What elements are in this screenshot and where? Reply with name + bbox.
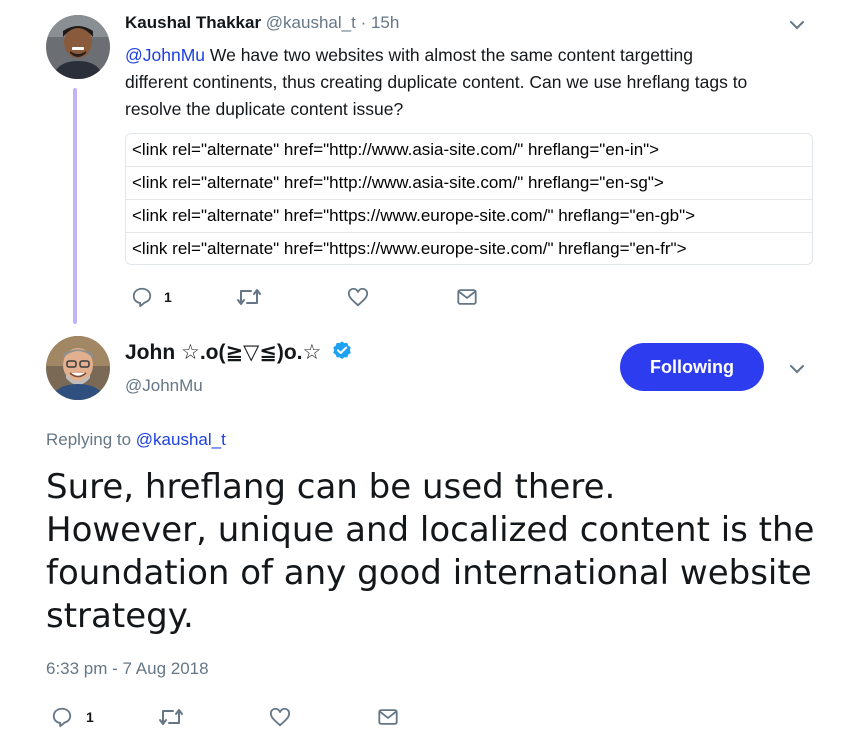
retweet-button[interactable] (158, 706, 184, 728)
main-tweet-menu[interactable] (789, 361, 805, 382)
mention-link[interactable]: @JohnMu (125, 45, 205, 65)
author-handle[interactable]: @JohnMu (125, 376, 203, 396)
reply-button[interactable]: 1 (51, 706, 94, 728)
following-button[interactable]: Following (620, 343, 764, 391)
envelope-icon (456, 286, 478, 308)
author-name: John ☆.o(≧▽≦)o.☆ (125, 341, 322, 364)
direct-message-button[interactable] (456, 286, 478, 308)
tweet-text-line: We have two websites with almost the sam… (205, 45, 694, 65)
author-handle[interactable]: @kaushal_t (266, 13, 356, 32)
tweet-time[interactable]: 15h (371, 13, 399, 32)
replying-to-link[interactable]: @kaushal_t (136, 430, 226, 449)
avatar-johnmu[interactable] (46, 336, 110, 400)
retweet-icon (158, 706, 184, 728)
parent-tweet-menu[interactable] (789, 17, 805, 38)
main-tweet-author[interactable]: John ☆.o(≧▽≦)o.☆ (125, 340, 353, 368)
tweet-timestamp[interactable]: 6:33 pm - 7 Aug 2018 (46, 659, 209, 679)
tweet-text-line: strategy. (46, 596, 194, 636)
like-button[interactable] (269, 706, 291, 728)
retweet-button[interactable] (236, 286, 262, 308)
separator-dot: · (360, 13, 367, 32)
thread-line (73, 88, 77, 324)
verified-badge-icon (331, 340, 353, 368)
main-tweet-text: Sure, hreflang can be used there. Howeve… (46, 466, 826, 638)
parent-tweet-text: @JohnMu We have two websites with almost… (125, 42, 825, 123)
tweet-text-line: However, unique and localized content is… (46, 510, 815, 550)
tweet-text-line: foundation of any good international web… (46, 553, 812, 593)
parent-tweet-header: Kaushal Thakkar @kaushal_t · 15h (125, 13, 399, 33)
replying-to: Replying to @kaushal_t (46, 430, 226, 450)
tweet-text-line: resolve the duplicate content issue? (125, 99, 404, 119)
heart-icon (347, 286, 369, 308)
avatar-kaushal[interactable] (46, 15, 110, 79)
reply-count: 1 (86, 709, 94, 725)
like-button[interactable] (347, 286, 369, 308)
replying-to-label: Replying to (46, 430, 136, 449)
reply-button[interactable]: 1 (131, 286, 172, 308)
reply-icon (131, 286, 153, 308)
author-name[interactable]: Kaushal Thakkar (125, 13, 261, 32)
retweet-icon (236, 286, 262, 308)
code-line: <link rel="alternate" href="http://www.a… (126, 134, 812, 167)
chevron-down-icon (789, 364, 805, 381)
chevron-down-icon (789, 20, 805, 37)
code-line: <link rel="alternate" href="https://www.… (126, 200, 812, 233)
attached-image-code[interactable]: <link rel="alternate" href="http://www.a… (125, 133, 813, 265)
reply-icon (51, 706, 73, 728)
tweet-text-line: Sure, hreflang can be used there. (46, 467, 616, 507)
heart-icon (269, 706, 291, 728)
direct-message-button[interactable] (377, 706, 399, 728)
envelope-icon (377, 706, 399, 728)
tweet-text-line: different continents, thus creating dupl… (125, 72, 748, 92)
reply-count: 1 (164, 289, 172, 305)
code-line: <link rel="alternate" href="http://www.a… (126, 167, 812, 200)
code-line: <link rel="alternate" href="https://www.… (132, 239, 687, 258)
